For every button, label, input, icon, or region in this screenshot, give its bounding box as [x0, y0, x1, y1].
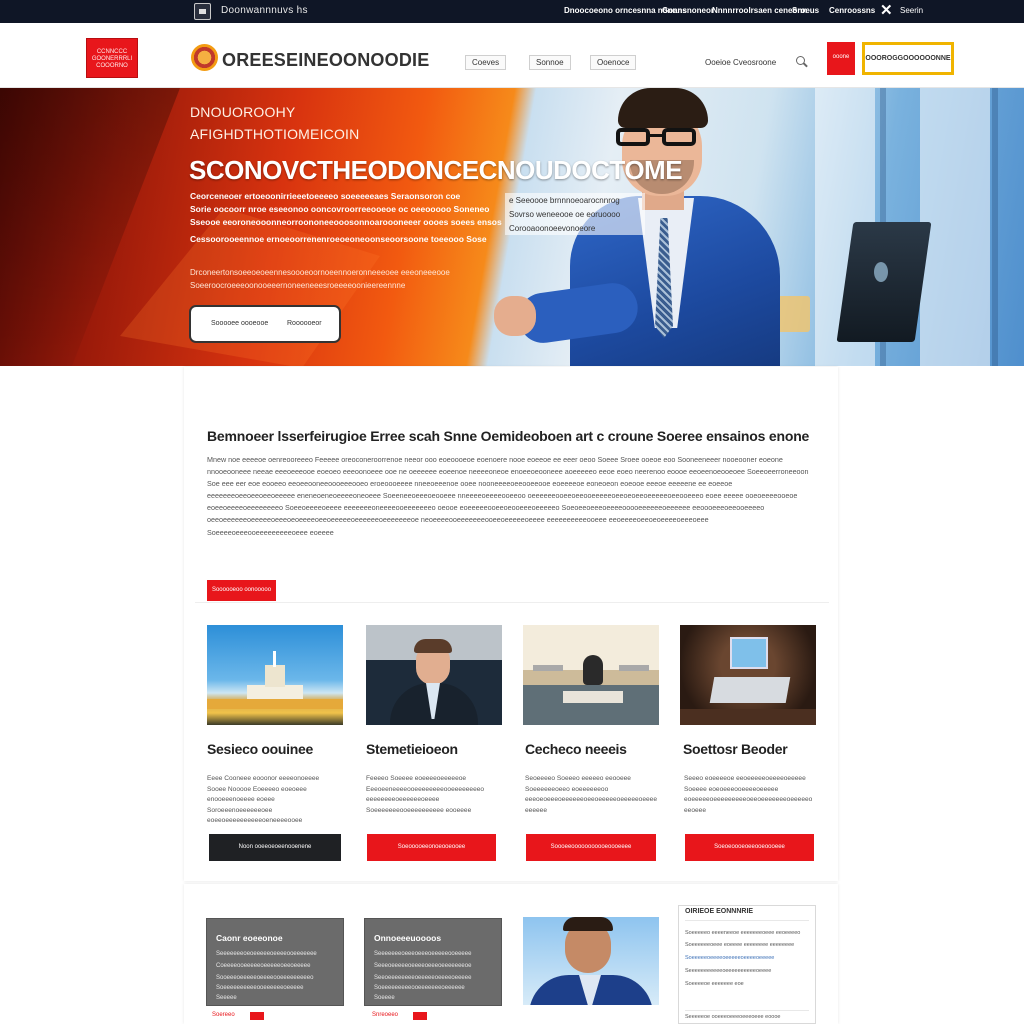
read-more-button[interactable]: Soooooeoo oonooooo — [207, 580, 276, 601]
top-utility-bar: Doonwannnuvs hs Dnoocoeono orncesnna non… — [0, 0, 1024, 23]
service-title-2[interactable]: Stemetieioeon — [366, 741, 458, 757]
tag-marker-icon — [250, 1012, 264, 1020]
brand-emblem-icon[interactable] — [191, 44, 218, 71]
info-card-1[interactable]: Caonr eoeeonoe Seeeeeeeoeoeeeeeoeeeeooee… — [206, 918, 344, 1006]
service-image-laptop[interactable] — [680, 625, 816, 725]
topbar-brand[interactable]: Doonwannnuvs hs — [221, 5, 308, 16]
service-desc-1: Eeee Cooneee eooonor eeeeonoeeee Sooee N… — [207, 775, 320, 824]
info-card-line: Seeeeeeeoeeeoeeeoeeeeeooeeeee — [374, 951, 472, 957]
info-card-line: Soeeeeeeeeeooeeeeeeeoeeeeee — [374, 985, 465, 991]
info-card-line: Soeeee — [374, 995, 395, 1001]
news-panel: OIRIEOE EONNNRIE Soeeeeeo eeeeneeoe eeee… — [678, 905, 816, 1024]
news-divider — [685, 1010, 809, 1011]
topbar-account-link[interactable]: Seerin — [900, 6, 923, 15]
info-card-line: Seeoeeeeeeeeoeeeeeoeeeeoeeeee — [374, 975, 472, 981]
news-item[interactable]: Seeeeeeeeeeeoeeeeeeeeeeoeeee — [685, 968, 771, 974]
topbar-link-2[interactable]: Goansnoneor — [662, 6, 714, 15]
service-desc-4: Seeeo eoeeeeoe eeoeeeeeoeeeeoeeeee Soeee… — [684, 775, 813, 814]
nav-item-1[interactable]: Coeves — [465, 55, 507, 70]
hero-kicker: AFIGHDTHOTIOMEICOIN — [190, 126, 360, 142]
info-card-line: Coeeeeooeeeeeoeeeeeoeeoeeeee — [216, 963, 311, 969]
service-button-3[interactable]: Soooeeooooooooooeoooeeee — [526, 834, 656, 861]
header-red-badge[interactable]: CCNNCCC GOONERRRLI COOORNO — [86, 38, 138, 78]
hero-subtext: Soeeroocroeeeoonooeeernoneeneeesroeeeeoo… — [190, 281, 406, 290]
service-desc-2: Feeeeo Soeeee eoeeeeoeeeeeoe Eeeoeeneeee… — [366, 775, 485, 814]
news-item[interactable]: Soeeeeeeoeee eoeeee eeeeeeee eeeeeeee — [685, 942, 794, 948]
topbar-link-5[interactable]: Cenroossns — [829, 6, 875, 15]
hero-text-line: Cessoorooeennoe ernoeoorrenenroeoeoneoon… — [190, 234, 487, 244]
info-card-line: Seeeeeeeoeoeeeeeoeeeeooeeeeeee — [216, 951, 317, 957]
service-title-4[interactable]: Soettosr Beoder — [683, 741, 788, 757]
search-icon[interactable] — [796, 56, 805, 65]
news-item[interactable]: Soeeeeeo eeeeneeoe eeeeeeeoeee eeoeeeeo — [685, 930, 800, 936]
topbar-link-4[interactable]: Sroeus — [792, 6, 819, 15]
nav-item-2[interactable]: Sonnoe — [529, 55, 571, 70]
intro-title: Bemnoeer lsserfeirugioe Erree scah Snne … — [207, 428, 810, 444]
glasses-icon — [616, 128, 708, 148]
intro-paragraph: Mnew noe eeeeoe oenreooreeeo Feeeee oreo… — [207, 455, 809, 537]
window-frame — [992, 88, 998, 366]
x-social-icon[interactable]: ✕ — [880, 1, 893, 19]
info-card-2[interactable]: Onnoeeeuoooos Seeeeeeeoeeeoeeeoeeeeeooee… — [364, 918, 502, 1006]
hero-cta-secondary: Roooooeor — [287, 320, 322, 327]
service-title-3[interactable]: Cecheco neeeis — [525, 741, 627, 757]
hero-callout: e Seeoooe brnnnoeoarocnnrog Sovrso wenee… — [505, 193, 645, 235]
info-card-title: Onnoeeeuoooos — [374, 933, 442, 943]
badge-line-1: CCNNCCC — [96, 49, 128, 55]
service-desc-3: Seoeeeeo Soeeeo eeeeeo eeooeee Soeeeeeeo… — [525, 775, 658, 814]
main-header: CCNNCCC GOONERRRLI COOORNO OREESEINEOONO… — [0, 23, 1024, 88]
hero-text-line: Ceorceneoer ertoeoonirrieeetoeeeeo soeee… — [190, 191, 461, 201]
brand-name[interactable]: OREESEINEOONOODIE — [222, 50, 429, 71]
hero-text-line: Sseooe eeoroneooonneorroononeeooosonnoar… — [190, 217, 502, 227]
search-label[interactable]: Ooeioe Cveosroone — [705, 58, 776, 67]
info-card-line: Soeeeeeeeeeeooeeeeeeoeeeee — [216, 985, 304, 991]
hero-title: SCONOVCTHEODONCECNOUDOCTOME — [189, 155, 683, 185]
service-image-portrait[interactable] — [366, 625, 502, 725]
man-hair — [618, 88, 708, 128]
laptop-logo-icon — [874, 262, 888, 282]
service-image-office[interactable] — [523, 625, 659, 725]
hero-text-line: Sorie oocoorr nroe eseeonoo ooncovroorre… — [190, 204, 490, 214]
badge-line-2: GOONERRRLI — [91, 56, 133, 62]
callout-line: Sovrso weneeooe oe eoruoooo — [509, 210, 621, 219]
man-hand — [494, 296, 536, 336]
site-logo-icon[interactable] — [194, 3, 211, 20]
news-item[interactable]: Soeeeeeoeeeeoeeeeeoeeeeoeeeee — [685, 955, 774, 961]
service-title-1[interactable]: Sesieco oouinee — [207, 741, 313, 757]
tag-marker-icon — [413, 1012, 427, 1020]
info-card-line: Seeeee — [216, 995, 237, 1001]
hero-cta-button[interactable]: Sooooee oooeooe Roooooeor — [189, 305, 341, 343]
header-cta-button[interactable]: OOOROGGOOOOOONNE — [862, 42, 954, 75]
callout-line: e Seeoooe brnnnoeoarocnnrog — [509, 196, 620, 205]
bottom-portrait-image[interactable] — [523, 917, 659, 1005]
hero-subtext: Drconeertonsoeeoeoeennesoooeoornoeennoer… — [190, 268, 450, 277]
news-item[interactable]: Soeeeeoe eeeeeee eoe — [685, 981, 744, 987]
news-divider — [685, 920, 809, 921]
service-button-4[interactable]: Soeoeoooeoeeooeoooeee — [685, 834, 814, 861]
info-card-tag[interactable]: Soereeo — [212, 1012, 235, 1018]
info-card-tag[interactable]: Snreoeeo — [372, 1012, 398, 1018]
callout-line: Corooaoonoeevonoeore — [509, 224, 596, 233]
hero-kicker: DNOUOROOHY — [190, 104, 296, 120]
section-divider — [195, 602, 829, 603]
hero-cta-label: Sooooee oooeooe — [211, 320, 269, 327]
badge-line-3: COOORNO — [96, 63, 128, 69]
service-image-building[interactable] — [207, 625, 343, 725]
service-button-2[interactable]: Soeooooeeonoeooeooee — [367, 834, 496, 861]
nav-item-3[interactable]: Ooenoce — [590, 55, 637, 70]
news-footer[interactable]: Seeeeeoe ooeeeoeeeoeeeoeee eoooe — [685, 1014, 780, 1020]
info-card-line: Seeeoeeeeeoeeeeoeeeoeeeeeeeoe — [374, 963, 472, 969]
service-button-1[interactable]: Noon ooeeoeoeenooenene — [209, 834, 341, 861]
info-card-line: Sooeeeoeeeeeoeeeeooeeeeeeeeeo — [216, 975, 314, 981]
news-title: OIRIEOE EONNNRIE — [685, 908, 754, 915]
info-card-title: Caonr eoeeonoe — [216, 933, 283, 943]
cart-button[interactable]: ooone — [827, 42, 855, 75]
